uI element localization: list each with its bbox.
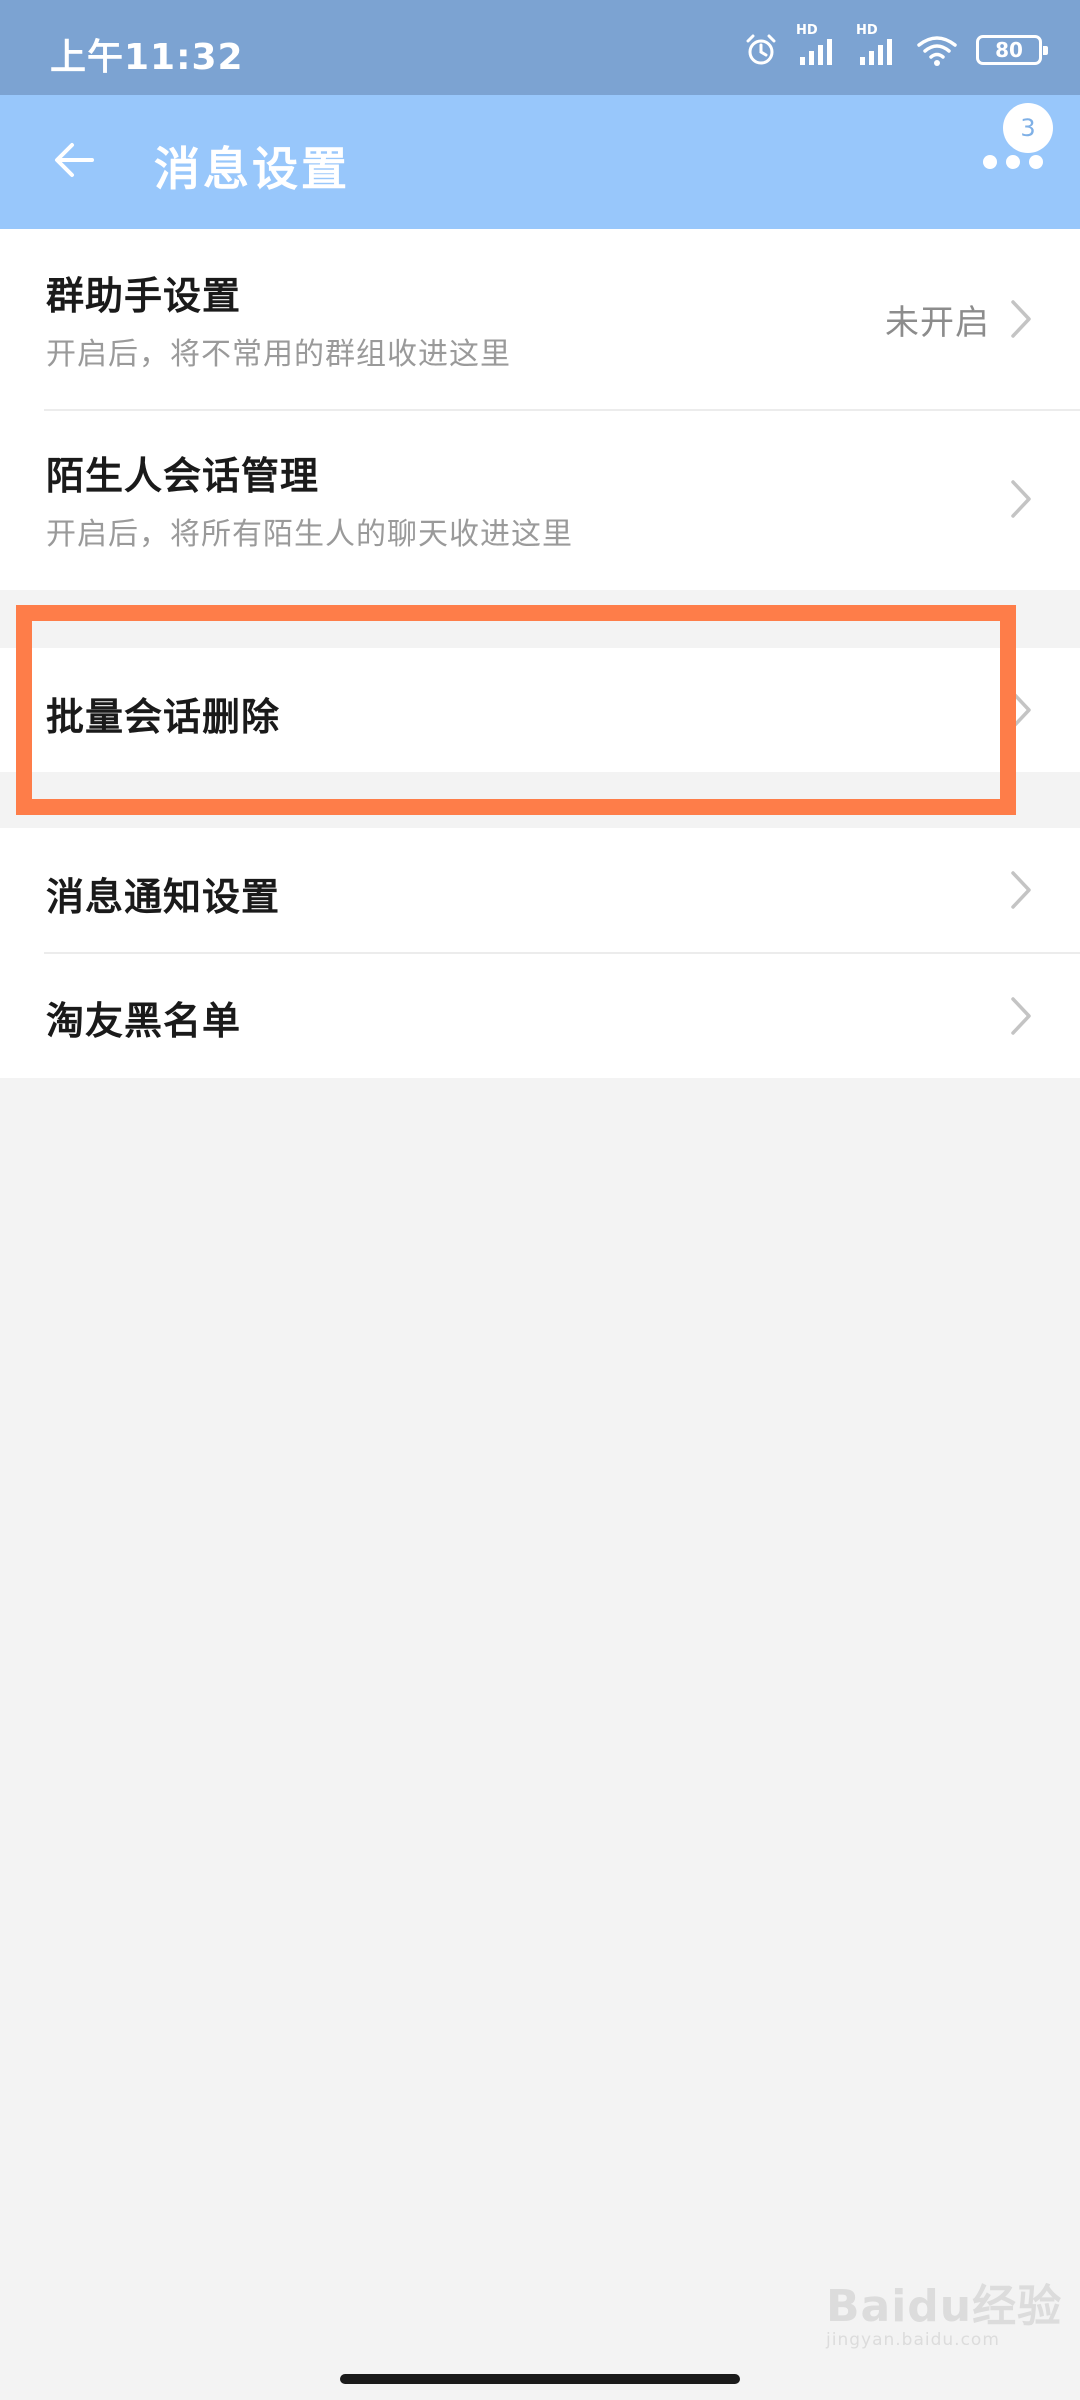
signal-icon: HD (856, 23, 898, 67)
arrow-left-icon (50, 136, 98, 188)
more-button[interactable] (983, 155, 1063, 195)
battery-icon: 80 (976, 35, 1048, 65)
watermark-logo: Baidu经验 (826, 2281, 1063, 2332)
blacklist-row[interactable]: 淘友黑名单 (0, 954, 1080, 1078)
group-assistant-row[interactable]: 群助手设置 开启后，将不常用的群组收进这里 未开启 (0, 229, 1080, 410)
stranger-subtitle: 开启后，将所有陌生人的聊天收进这里 (46, 517, 573, 552)
blacklist-title: 淘友黑名单 (46, 999, 242, 1043)
stranger-row[interactable]: 陌生人会话管理 开启后，将所有陌生人的聊天收进这里 (0, 411, 1080, 590)
notification-badge: 3 (1003, 103, 1053, 153)
chevron-right-icon (1011, 871, 1031, 909)
status-bar: 上午11:32 HD HD 80 (0, 0, 1080, 95)
settings-group-2: 批量会话删除 (0, 648, 1080, 772)
notification-title: 消息通知设置 (46, 875, 281, 919)
chevron-right-icon (1011, 691, 1031, 729)
signal-icon: HD (796, 23, 838, 67)
baidu-watermark: Baidu经验 jingyan.baidu.com (826, 2270, 1062, 2350)
wifi-icon (916, 33, 958, 67)
group-assistant-status: 未开启 (885, 303, 990, 343)
app-header: 消息设置 (0, 95, 1080, 229)
group-assistant-subtitle: 开启后，将不常用的群组收进这里 (46, 337, 511, 372)
battery-level: 80 (995, 38, 1023, 62)
batch-delete-row[interactable]: 批量会话删除 (0, 648, 1080, 772)
status-icons: HD HD 80 (744, 23, 1048, 70)
signal-hd-label: HD (796, 23, 818, 38)
settings-group-3: 消息通知设置 淘友黑名单 (0, 828, 1080, 1078)
alarm-icon (744, 33, 778, 67)
batch-delete-title: 批量会话删除 (46, 695, 281, 739)
page-title: 消息设置 (154, 142, 350, 196)
status-time: 上午11:32 (50, 37, 244, 78)
group-assistant-title: 群助手设置 (46, 274, 242, 318)
home-indicator[interactable] (340, 2374, 740, 2384)
stranger-title: 陌生人会话管理 (46, 454, 320, 498)
chevron-right-icon (1011, 997, 1031, 1035)
settings-group-1: 群助手设置 开启后，将不常用的群组收进这里 未开启 陌生人会话管理 开启后，将所… (0, 229, 1080, 590)
back-button[interactable] (42, 130, 106, 194)
chevron-right-icon (1011, 300, 1031, 338)
more-dots-icon (983, 155, 1043, 169)
signal-hd-label: HD (856, 23, 878, 38)
chevron-right-icon (1011, 480, 1031, 518)
notification-row[interactable]: 消息通知设置 (0, 828, 1080, 952)
